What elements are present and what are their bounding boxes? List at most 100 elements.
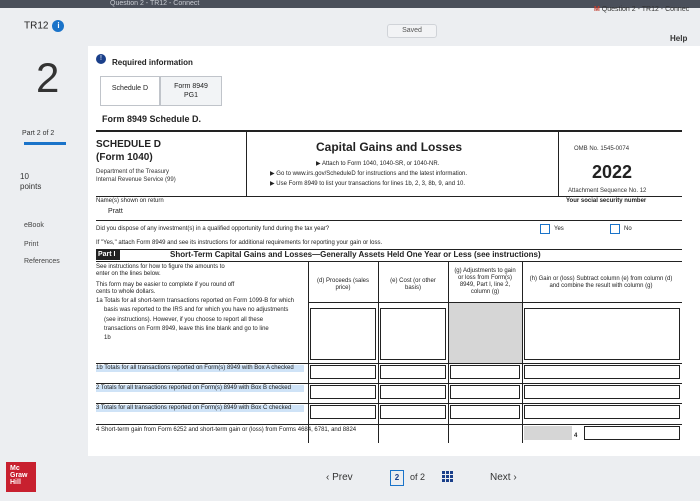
schedule-d-form: SCHEDULE D (Form 1040) Department of the… <box>96 130 682 448</box>
line-1a-part-1: 1a Totals for all short-term transaction… <box>96 298 294 304</box>
line-2-proceeds-input[interactable] <box>310 385 376 399</box>
no-label: No <box>624 226 632 232</box>
line-1a-part-2: basis was reported to the IRS and for wh… <box>104 307 289 313</box>
attach-line-2: ▶ Go to www.irs.gov/ScheduleD for instru… <box>270 171 468 177</box>
line-4-gain-input[interactable] <box>584 426 680 440</box>
page-count: of 2 <box>410 472 426 482</box>
line-1a-gain-input[interactable] <box>524 308 680 360</box>
tax-year: 2022 <box>592 162 633 182</box>
name-label: Name(s) shown on return <box>96 198 164 204</box>
line-2-cost-input[interactable] <box>380 385 446 399</box>
line-2-adjustments-input[interactable] <box>450 385 520 399</box>
divider <box>246 132 247 196</box>
attachment-sequence: Attachment Sequence No. 12 <box>568 188 647 194</box>
form-section-title: Form 8949 Schedule D. <box>102 114 202 124</box>
line-4-text: 4 Short-term gain from Form 6252 and sho… <box>96 427 357 433</box>
line-1b-gain-input[interactable] <box>524 365 680 379</box>
current-page-indicator[interactable]: 2 <box>390 470 404 486</box>
line-1a-part-4: transactions on Form 8949, leave this li… <box>104 326 269 332</box>
connect-m-badge: M <box>594 6 600 13</box>
line-1a-cost-input[interactable] <box>380 308 446 360</box>
col-divider <box>308 261 309 443</box>
question-number: 2 <box>36 54 60 101</box>
next-button[interactable]: Next › <box>490 472 517 483</box>
divider <box>96 403 682 404</box>
col-h-header: (h) Gain or (loss) Subtract column (e) f… <box>529 276 673 289</box>
divider <box>96 383 682 384</box>
col-g-header: (g) Adjustments to gain or loss from For… <box>454 268 516 295</box>
tab-label-line-2: PG1 <box>183 92 198 99</box>
points-value: 10 <box>20 172 29 181</box>
question-title-line: M Question 2 - TR12 - Connec <box>594 6 689 13</box>
yes-checkbox[interactable] <box>540 224 550 234</box>
required-information-label: Required information <box>112 58 193 67</box>
part-progress-bar <box>24 142 66 145</box>
ebook-link[interactable]: eBook <box>24 222 44 229</box>
line-1b-proceeds-input[interactable] <box>310 365 376 379</box>
part-indicator: Part 2 of 2 <box>22 130 55 137</box>
prev-label: Prev <box>332 472 353 483</box>
col-divider <box>522 261 523 443</box>
line-1a-proceeds-input[interactable] <box>310 308 376 360</box>
line-4-number: 4 <box>574 433 578 439</box>
line-3-gain-input[interactable] <box>524 405 680 419</box>
tab-schedule-d[interactable]: Schedule D <box>100 76 160 106</box>
tab-form-8949-pg1[interactable]: Form 8949 PG1 <box>160 76 222 106</box>
divider <box>558 132 559 196</box>
print-link[interactable]: Print <box>24 241 38 248</box>
divider <box>96 424 682 425</box>
part-i-label: Part I <box>96 250 120 260</box>
line-3-adjustments-input[interactable] <box>450 405 520 419</box>
yes-attach-note: If "Yes," attach Form 8949 and see its i… <box>96 240 383 246</box>
divider <box>96 220 682 221</box>
line-3-proceeds-input[interactable] <box>310 405 376 419</box>
col-e-header: (e) Cost (or other basis) <box>390 278 436 291</box>
line-1b-adjustments-input[interactable] <box>450 365 520 379</box>
divider <box>96 261 682 262</box>
info-icon[interactable]: i <box>52 20 65 32</box>
dept-line-1: Department of the Treasury <box>96 169 170 175</box>
line-1b-text: 1b Totals for all transactions reported … <box>96 365 304 372</box>
points-display: 10 points <box>20 172 41 192</box>
line-2-gain-input[interactable] <box>524 385 680 399</box>
line-1b-cost-input[interactable] <box>380 365 446 379</box>
omb-number: OMB No. 1545-0074 <box>574 146 630 152</box>
divider <box>96 363 682 364</box>
no-checkbox[interactable] <box>610 224 620 234</box>
instructions-1: See instructions for how to figure the a… <box>96 264 225 277</box>
next-label: Next <box>490 472 511 483</box>
name-value: Pratt <box>108 208 123 215</box>
col-divider <box>378 261 379 443</box>
instructions-2: This form may be easier to complete if y… <box>96 282 235 295</box>
form-main-title: Capital Gains and Losses <box>316 140 463 154</box>
line-1a-part-5: 1b <box>104 335 111 341</box>
grid-icon[interactable] <box>442 471 454 483</box>
help-link[interactable]: Help <box>670 34 687 43</box>
line-3-text: 3 Totals for all transactions reported o… <box>96 405 304 412</box>
tab-label-line-1: Form 8949 <box>174 83 208 90</box>
chevron-right-icon: › <box>510 472 517 483</box>
assignment-header: TR12 i <box>24 20 65 32</box>
dept-line-2: Internal Revenue Service (99) <box>96 177 176 183</box>
schedule-name: SCHEDULE D <box>96 139 162 150</box>
references-link[interactable]: References <box>24 258 60 265</box>
part-i-title: Short-Term Capital Gains and Losses—Gene… <box>170 250 541 259</box>
line-2-text: 2 Totals for all transactions reported o… <box>96 385 304 392</box>
pagination-bar: ‹ Prev 2 of 2 Next › <box>0 456 700 501</box>
line-1a-text: 1a Totals for all short-term transaction… <box>96 298 304 342</box>
prev-button[interactable]: ‹ Prev <box>326 472 353 483</box>
divider <box>96 196 682 197</box>
form-tabs: Schedule D Form 8949 PG1 <box>100 76 230 106</box>
attach-line-1: ▶ Attach to Form 1040, 1040-SR, or 1040-… <box>316 161 440 167</box>
attach-line-3: ▶ Use Form 8949 to list your transaction… <box>270 181 466 187</box>
question-panel: ! Required information Schedule D Form 8… <box>88 46 700 456</box>
points-label: points <box>20 182 42 191</box>
line-4-shaded <box>524 426 572 440</box>
assignment-name: TR12 <box>24 20 49 32</box>
schedule-form-number: (Form 1040) <box>96 152 153 163</box>
yes-label: Yes <box>554 226 564 232</box>
qof-question: Did you dispose of any investment(s) in … <box>96 226 330 232</box>
line-3-cost-input[interactable] <box>380 405 446 419</box>
line-1a-part-3: (see instructions). However, if you choo… <box>104 317 264 323</box>
saved-indicator: Saved <box>387 24 437 38</box>
